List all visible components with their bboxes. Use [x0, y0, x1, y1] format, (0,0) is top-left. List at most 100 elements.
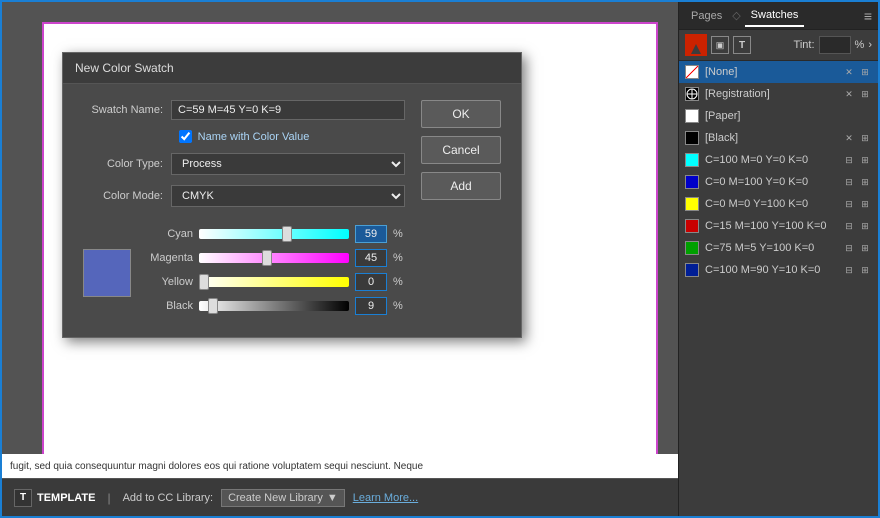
- cyan-percent: %: [393, 228, 405, 240]
- tint-input[interactable]: [819, 36, 851, 54]
- create-library-dropdown[interactable]: Create New Library ▼: [221, 489, 345, 507]
- black-percent: %: [393, 300, 405, 312]
- cyan-slider-thumb[interactable]: [282, 226, 292, 242]
- swatch-item-c0m100[interactable]: C=0 M=100 Y=0 K=0 ⊟ ⊞: [679, 171, 878, 193]
- magenta-value-input[interactable]: [355, 249, 387, 267]
- panel-tabs: Pages ◇ Swatches ≡: [679, 2, 878, 30]
- swatch-actions-c0m100: ⊟ ⊞: [842, 175, 872, 189]
- swatch-item-registration[interactable]: [Registration] ✕ ⊞: [679, 83, 878, 105]
- cancel-button[interactable]: Cancel: [421, 136, 501, 164]
- swatch-actions-c100: ⊟ ⊞: [842, 153, 872, 167]
- swatch-color-paper: [685, 109, 699, 123]
- magenta-slider-row: Magenta %: [143, 249, 405, 267]
- swatch-actions-c75m5y100: ⊟ ⊞: [842, 241, 872, 255]
- swatch-name-c0m100: C=0 M=100 Y=0 K=0: [705, 176, 836, 188]
- swatch-name-c100: C=100 M=0 Y=0 K=0: [705, 154, 836, 166]
- swatch-name-c100m90y10: C=100 M=90 Y=10 K=0: [705, 264, 836, 276]
- magenta-slider-thumb[interactable]: [262, 250, 272, 266]
- text-color-icon[interactable]: T: [733, 36, 751, 54]
- swatch-item-c100m90y10[interactable]: C=100 M=90 Y=10 K=0 ⊟ ⊞: [679, 259, 878, 281]
- color-section: Cyan % Magenta: [83, 217, 405, 321]
- swatch-item-c100[interactable]: C=100 M=0 Y=0 K=0 ⊟ ⊞: [679, 149, 878, 171]
- sliders-area: Cyan % Magenta: [143, 225, 405, 321]
- swatch-color-c0m100: [685, 175, 699, 189]
- black-label: Black: [143, 300, 193, 312]
- dropdown-arrow-icon: ▼: [327, 492, 338, 504]
- swatch-item-black[interactable]: [Black] ✕ ⊞: [679, 127, 878, 149]
- swatch-grid-icon-c100[interactable]: ⊞: [858, 153, 872, 167]
- swatch-cmyk-icon-c100: ⊟: [842, 153, 856, 167]
- swatch-actions-c100m90y10: ⊟ ⊞: [842, 263, 872, 277]
- color-mode-label: Color Mode:: [83, 190, 163, 202]
- swatch-grid-icon-c75m5y100[interactable]: ⊞: [858, 241, 872, 255]
- main-container: New Color Swatch Swatch Name: Name with …: [0, 0, 880, 518]
- color-mode-select[interactable]: CMYK: [171, 185, 405, 207]
- swatch-delete-icon-registration[interactable]: ✕: [842, 87, 856, 101]
- swatch-item-none[interactable]: [None] ✕ ⊞: [679, 61, 878, 83]
- swatch-name-c15m100y100: C=15 M=100 Y=100 K=0: [705, 220, 836, 232]
- swatch-grid-icon-c15m100y100[interactable]: ⊞: [858, 219, 872, 233]
- dialog-titlebar: New Color Swatch: [63, 53, 521, 84]
- swatch-grid-icon-c0m100[interactable]: ⊞: [858, 175, 872, 189]
- tint-percent-label: %: [855, 39, 865, 51]
- swatch-grid-icon-registration[interactable]: ⊞: [858, 87, 872, 101]
- swatch-color-black: [685, 131, 699, 145]
- add-button[interactable]: Add: [421, 172, 501, 200]
- swatch-delete-icon-none[interactable]: ✕: [842, 65, 856, 79]
- tab-pages[interactable]: Pages: [685, 6, 728, 26]
- swatch-item-c15m100y100[interactable]: C=15 M=100 Y=100 K=0 ⊟ ⊞: [679, 215, 878, 237]
- right-panel: Pages ◇ Swatches ≡ ▣ T Tint: % ›: [678, 2, 878, 516]
- swatch-grid-icon-c100m90y10[interactable]: ⊞: [858, 263, 872, 277]
- swatch-name-registration: [Registration]: [705, 88, 836, 100]
- yellow-slider-track[interactable]: [199, 277, 349, 287]
- canvas-area: New Color Swatch Swatch Name: Name with …: [2, 2, 678, 516]
- swatch-color-none: [685, 65, 699, 79]
- fill-icon[interactable]: ▣: [711, 36, 729, 54]
- swatch-actions-c0m0y100: ⊟ ⊞: [842, 197, 872, 211]
- ok-button[interactable]: OK: [421, 100, 501, 128]
- swatch-delete-icon-black[interactable]: ✕: [842, 131, 856, 145]
- black-value-input[interactable]: [355, 297, 387, 315]
- tint-arrow-icon[interactable]: ›: [868, 39, 872, 51]
- canvas-text-strip: fugit, sed quia consequuntur magni dolor…: [2, 454, 678, 478]
- swatch-actions-none: ✕ ⊞: [842, 65, 872, 79]
- tab-swatches[interactable]: Swatches: [745, 5, 805, 27]
- swatch-name-c0m0y100: C=0 M=0 Y=100 K=0: [705, 198, 836, 210]
- swatch-item-c75m5y100[interactable]: C=75 M=5 Y=100 K=0 ⊟ ⊞: [679, 237, 878, 259]
- canvas-text: fugit, sed quia consequuntur magni dolor…: [10, 461, 423, 472]
- panel-menu-icon[interactable]: ≡: [864, 8, 872, 24]
- yellow-percent: %: [393, 276, 405, 288]
- swatch-color-c100: [685, 153, 699, 167]
- bottom-bar: T TEMPLATE | Add to CC Library: Create N…: [2, 478, 678, 516]
- swatch-cmyk-icon-c0m100: ⊟: [842, 175, 856, 189]
- learn-more-link[interactable]: Learn More...: [353, 492, 418, 504]
- cyan-value-input[interactable]: [355, 225, 387, 243]
- magenta-label: Magenta: [143, 252, 193, 264]
- swatch-name-input[interactable]: [171, 100, 405, 120]
- swatch-name-c75m5y100: C=75 M=5 Y=100 K=0: [705, 242, 836, 254]
- black-slider-track[interactable]: [199, 301, 349, 311]
- swatch-item-c0m0y100[interactable]: C=0 M=0 Y=100 K=0 ⊟ ⊞: [679, 193, 878, 215]
- yellow-slider-thumb[interactable]: [199, 274, 209, 290]
- yellow-value-input[interactable]: [355, 273, 387, 291]
- swatch-grid-icon-black[interactable]: ⊞: [858, 131, 872, 145]
- panel-logo-icon: [685, 34, 707, 56]
- swatch-name-row: Swatch Name:: [83, 100, 405, 120]
- dialog-buttons: OK Cancel Add: [421, 100, 501, 321]
- cyan-slider-track[interactable]: [199, 229, 349, 239]
- dialog-title: New Color Swatch: [75, 61, 174, 75]
- swatch-grid-icon-c0m0y100[interactable]: ⊞: [858, 197, 872, 211]
- dialog-body: Swatch Name: Name with Color Value Color…: [63, 84, 521, 337]
- new-color-swatch-dialog: New Color Swatch Swatch Name: Name with …: [62, 52, 522, 338]
- swatches-list: [None] ✕ ⊞ [Registration] ✕: [679, 61, 878, 516]
- swatch-name-paper: [Paper]: [705, 110, 872, 122]
- color-type-select[interactable]: Process: [171, 153, 405, 175]
- magenta-slider-track[interactable]: [199, 253, 349, 263]
- color-type-label: Color Type:: [83, 158, 163, 170]
- yellow-slider-row: Yellow %: [143, 273, 405, 291]
- name-with-color-checkbox[interactable]: [179, 130, 192, 143]
- template-logo: T TEMPLATE: [14, 489, 95, 507]
- black-slider-thumb[interactable]: [208, 298, 218, 314]
- swatch-grid-icon-none[interactable]: ⊞: [858, 65, 872, 79]
- swatch-item-paper[interactable]: [Paper]: [679, 105, 878, 127]
